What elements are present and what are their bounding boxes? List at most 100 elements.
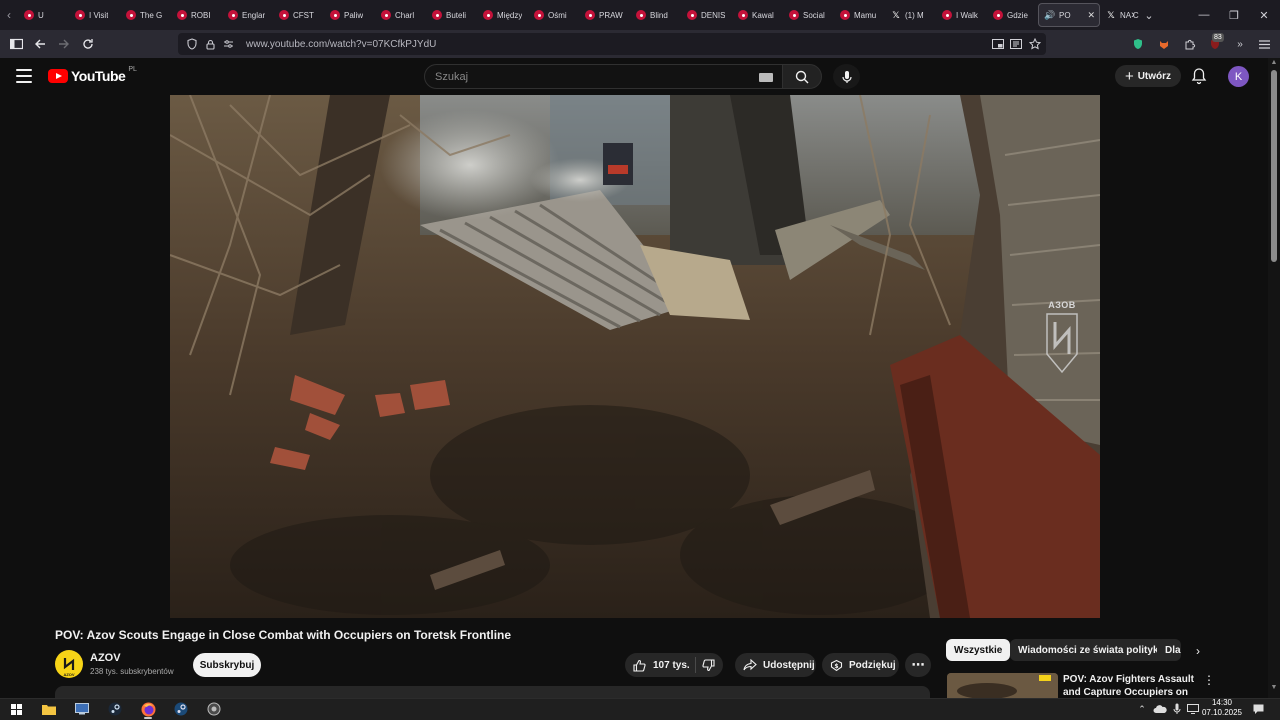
subscribe-button[interactable]: Subskrybuj <box>193 653 261 677</box>
list-all-tabs-icon[interactable]: ⌄ <box>1133 0 1165 30</box>
forward-arrow-icon[interactable] <box>52 30 76 58</box>
scroll-down-arrow-icon[interactable]: ▼ <box>1270 684 1278 692</box>
firefox-icon[interactable] <box>137 699 159 719</box>
chip-all[interactable]: Wszystkie <box>946 639 1011 661</box>
monitor-app-icon[interactable] <box>71 699 93 719</box>
youtube-play-icon <box>48 69 68 83</box>
thumbnail-image <box>947 673 1058 698</box>
browser-tab[interactable]: Englar <box>222 0 273 30</box>
browser-tab[interactable]: Buteli <box>426 0 477 30</box>
extensions-puzzle-icon[interactable] <box>1183 37 1197 51</box>
like-button[interactable]: 107 tys. <box>633 659 690 672</box>
guide-menu-icon[interactable] <box>16 69 32 83</box>
keyboard-icon[interactable] <box>759 73 773 82</box>
bookmark-star-icon[interactable] <box>1028 37 1042 51</box>
restore-window-icon[interactable]: ❐ <box>1218 0 1250 30</box>
extension-badge: 83 <box>1212 33 1224 42</box>
steam-icon[interactable] <box>104 699 126 719</box>
picture-in-picture-icon[interactable] <box>991 37 1005 51</box>
recommendation-menu-icon[interactable]: ⋮ <box>1203 673 1215 689</box>
youtube-logo[interactable]: YouTube PL <box>48 66 137 84</box>
system-clock[interactable]: 14:30 07.10.2025 <box>1200 698 1244 718</box>
chip-politics-news[interactable]: Wiadomości ze świata polityki <box>1010 639 1170 661</box>
fox-extension-icon[interactable] <box>1157 37 1171 51</box>
chip-for-you[interactable]: Dla <box>1157 639 1181 661</box>
reader-view-icon[interactable] <box>1009 37 1023 51</box>
vpn-shield-extension-icon[interactable] <box>1131 37 1145 51</box>
youtube-favicon-icon <box>330 10 340 20</box>
account-avatar[interactable]: K <box>1228 66 1249 87</box>
browser-tab[interactable]: The G <box>120 0 171 30</box>
browser-tab[interactable]: Ośmi <box>528 0 579 30</box>
dislike-button[interactable] <box>702 658 715 672</box>
scroll-up-arrow-icon[interactable]: ▲ <box>1270 59 1278 67</box>
recommended-video-thumbnail[interactable] <box>947 673 1058 698</box>
description-box[interactable] <box>55 686 930 698</box>
browser-tab[interactable]: I Visit <box>69 0 120 30</box>
more-tools-chevron-icon[interactable]: » <box>1233 37 1247 51</box>
game-launcher-icon[interactable] <box>203 699 225 719</box>
youtube-favicon-icon <box>636 10 646 20</box>
show-hidden-icons-chevron[interactable]: ⌃ <box>1136 699 1148 719</box>
page-scrollbar[interactable] <box>1268 58 1280 698</box>
browser-tab[interactable]: Paliw <box>324 0 375 30</box>
chips-next-chevron-icon[interactable]: › <box>1190 643 1206 659</box>
browser-tab[interactable]: Między <box>477 0 528 30</box>
thumbs-down-icon <box>702 658 715 671</box>
browser-tab[interactable]: Gdzie <box>987 0 1038 30</box>
onedrive-cloud-icon[interactable] <box>1152 699 1168 719</box>
file-explorer-icon[interactable] <box>38 699 60 719</box>
page-permissions-icon[interactable] <box>220 36 236 52</box>
like-divider <box>695 657 696 673</box>
scrollbar-thumb[interactable] <box>1271 70 1277 262</box>
microphone-tray-icon[interactable] <box>1170 699 1184 719</box>
back-arrow-icon[interactable] <box>28 30 52 58</box>
minimize-window-icon[interactable]: — <box>1188 0 1220 30</box>
channel-avatar-text: AZOV <box>63 672 75 677</box>
tracking-protection-shield-icon[interactable] <box>184 36 200 52</box>
browser-tab[interactable]: Kawal <box>732 0 783 30</box>
more-actions-button[interactable]: ⋯ <box>905 653 931 677</box>
url-text: www.youtube.com/watch?v=07KCfkPJYdU <box>246 38 437 50</box>
plus-icon: + <box>1124 67 1134 85</box>
steam-alt-icon[interactable] <box>170 699 192 719</box>
browser-tab[interactable]: Blind <box>630 0 681 30</box>
notifications-center-icon[interactable] <box>1250 699 1266 719</box>
close-window-icon[interactable]: ✕ <box>1248 0 1280 30</box>
tab-label: Między <box>497 10 523 20</box>
lock-icon[interactable] <box>202 36 218 52</box>
share-button[interactable]: Udostępnij <box>735 653 816 677</box>
browser-tab[interactable]: ROBI <box>171 0 222 30</box>
youtube-favicon-icon <box>177 10 187 20</box>
tab-label: I Visit <box>89 10 109 20</box>
azov-emblem-icon <box>1046 313 1078 374</box>
thanks-button[interactable]: $ Podziękuj <box>822 653 899 677</box>
tab-label: PRAW <box>599 10 623 20</box>
tab-label: (1) M <box>905 10 924 20</box>
browser-tab[interactable]: DENIS <box>681 0 732 30</box>
app-menu-icon[interactable] <box>1257 37 1271 51</box>
search-button[interactable] <box>782 64 822 89</box>
browser-tab[interactable]: I Walk <box>936 0 987 30</box>
browser-tab[interactable]: U <box>18 0 69 30</box>
browser-tab[interactable]: CFST <box>273 0 324 30</box>
reload-icon[interactable] <box>76 30 100 58</box>
windows-start-icon[interactable] <box>5 699 27 719</box>
tabs-scroll-left-icon[interactable]: ‹ <box>0 0 18 30</box>
create-button[interactable]: + Utwórz <box>1115 65 1181 87</box>
url-bar[interactable]: www.youtube.com/watch?v=07KCfkPJYdU <box>178 33 1046 55</box>
network-monitor-icon[interactable] <box>1185 699 1201 719</box>
channel-name[interactable]: AZOV <box>90 652 121 664</box>
sidebar-toggle-icon[interactable] <box>4 30 28 58</box>
browser-tab-active[interactable]: 🔊 PO ✕ <box>1038 3 1100 27</box>
search-input[interactable]: Szukaj <box>424 64 784 89</box>
voice-search-button[interactable] <box>833 64 860 89</box>
browser-tab[interactable]: PRAW <box>579 0 630 30</box>
notifications-bell-icon[interactable] <box>1191 67 1207 85</box>
browser-tab[interactable]: Social <box>783 0 834 30</box>
close-tab-icon[interactable]: ✕ <box>1087 10 1095 21</box>
browser-tab[interactable]: Charl <box>375 0 426 30</box>
video-player[interactable]: АЗОВ <box>170 95 1100 618</box>
browser-tab[interactable]: Mamu <box>834 0 885 30</box>
browser-tab[interactable]: 𝕏 (1) M <box>885 0 936 30</box>
